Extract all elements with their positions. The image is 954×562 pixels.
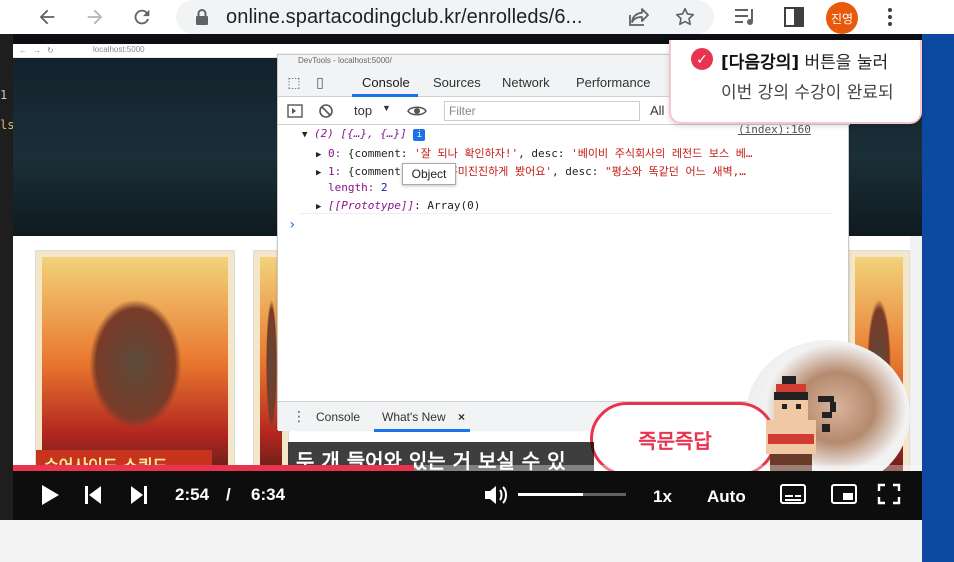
tab-performance[interactable]: Performance [576, 75, 650, 90]
profile-avatar[interactable]: 진영 [826, 2, 858, 34]
share-icon[interactable] [628, 7, 650, 27]
drawer-tab-console[interactable]: Console [316, 410, 360, 424]
length-value: 2 [380, 181, 388, 194]
reload-button[interactable] [129, 4, 155, 30]
picture-in-picture-icon[interactable] [830, 483, 858, 505]
time-separator: / [226, 485, 231, 504]
volume-fill [518, 493, 583, 496]
clear-console-icon[interactable] [318, 103, 334, 119]
star-bookmark-icon[interactable] [674, 6, 696, 28]
recorded-url: localhost:5000 [93, 45, 145, 54]
page-bottom-area [0, 520, 922, 562]
arrow-right-icon [87, 9, 103, 25]
toast-line-1: [다음강의] 버튼을 눌러 [721, 48, 888, 73]
desc-key: , desc: [551, 165, 599, 178]
comment-value: '잘 되나 확인하자!' [414, 147, 519, 160]
context-selector[interactable]: top [354, 103, 372, 118]
instant-qa-label: 즉문즉답 [638, 428, 712, 453]
tab-console[interactable]: Console [362, 75, 410, 90]
console-divider [300, 213, 832, 214]
fullscreen-icon[interactable] [877, 483, 901, 505]
comment-key: {comment: [347, 165, 408, 178]
toast-highlight: [다음강의] [721, 53, 800, 73]
recorded-nav-icons: ←→↻ [19, 46, 60, 55]
array-item-1[interactable]: ▶ 1: {comment: '정말 흥미진진하게 봤어요', desc: "평… [316, 163, 746, 179]
duration: 6:34 [251, 485, 286, 504]
desktop-background [922, 34, 954, 562]
current-time: 2:54 [175, 485, 210, 504]
desc-value: "평소와 똑같던 어느 새벽,… [604, 165, 746, 178]
url-text: online.spartacodingclub.kr/enrolleds/6..… [226, 6, 583, 28]
lock-icon [196, 9, 208, 25]
dropdown-caret-icon: ▼ [382, 103, 391, 113]
console-filter-input[interactable]: Filter [444, 101, 640, 121]
array-summary[interactable]: ▼ (2) [{…}, {…}] i [302, 127, 426, 141]
array-summary-text: (2) [{…}, {…}] [314, 127, 407, 140]
playback-speed[interactable]: 1x [653, 487, 672, 507]
device-toggle-icon[interactable]: ▯ [312, 74, 328, 90]
sidebar-toggle-icon[interactable] [287, 103, 303, 119]
array-prototype[interactable]: ▶ [[Prototype]]: Array(0) [316, 199, 480, 212]
side-panel-icon[interactable] [783, 6, 805, 28]
back-button[interactable] [34, 4, 60, 30]
tab-sources[interactable]: Sources [433, 75, 481, 90]
expand-right-icon: ▶ [316, 150, 322, 160]
hover-tooltip: Object [402, 163, 456, 185]
gutter-line-number: 1 [0, 88, 8, 102]
reload-icon [134, 9, 150, 25]
array-item-0[interactable]: ▶ 0: {comment: '잘 되나 확인하자!', desc: '베이비 … [316, 145, 753, 161]
check-circle-icon: ✓ [691, 48, 713, 70]
log-levels-dropdown[interactable]: All [650, 103, 664, 118]
arrow-left-icon [39, 9, 55, 25]
inspect-element-icon[interactable]: ⬚ [286, 74, 302, 90]
more-vertical-icon[interactable] [880, 6, 900, 28]
forward-button[interactable] [82, 4, 108, 30]
desc-value: '베이비 주식회사의 레전드 보스 베… [571, 147, 753, 160]
volume-slider[interactable] [518, 493, 626, 496]
expand-right-icon: ▶ [316, 168, 322, 178]
source-link[interactable]: (index):160 [738, 123, 811, 136]
length-key: length: [328, 181, 375, 194]
previous-icon[interactable] [83, 483, 103, 507]
quality-selector[interactable]: Auto [707, 487, 746, 507]
prototype-value: : Array(0) [414, 199, 481, 212]
item-index: 1: [328, 165, 342, 178]
editor-gutter: 1 ls [0, 34, 14, 520]
browser-toolbar: online.spartacodingclub.kr/enrolleds/6..… [0, 0, 954, 34]
drawer-tab-whats-new[interactable]: What's New [382, 410, 446, 424]
console-output: (index):160 ▼ (2) [{…}, {…}] i ▶ 0: {com… [278, 123, 850, 401]
array-length: length: 2 [328, 181, 388, 194]
console-prompt[interactable]: › [288, 217, 296, 233]
eye-icon[interactable] [407, 104, 427, 118]
pixel-mascot-icon [766, 376, 836, 474]
expand-down-icon: ▼ [302, 130, 308, 140]
expand-right-icon: ▶ [316, 202, 322, 212]
comment-key: {comment: [347, 147, 408, 160]
next-icon[interactable] [129, 483, 149, 507]
media-playlist-icon[interactable] [733, 6, 757, 28]
close-icon[interactable]: × [458, 410, 465, 424]
player-controls: 2:54 / 6:34 1x Auto [13, 471, 922, 520]
drawer-active-indicator [374, 429, 470, 432]
prototype-key: [[Prototype]] [328, 199, 415, 212]
play-icon[interactable] [39, 483, 61, 507]
volume-icon[interactable] [483, 483, 509, 507]
lesson-complete-toast: ✓ [다음강의] 버튼을 눌러 이번 강의 수강이 완료되 [669, 40, 922, 124]
filter-placeholder: Filter [449, 104, 476, 118]
item-index: 0: [328, 147, 342, 160]
more-options-icon[interactable]: ⋮ [292, 408, 306, 425]
tab-network[interactable]: Network [502, 75, 550, 90]
address-bar[interactable]: online.spartacodingclub.kr/enrolleds/6..… [176, 0, 714, 34]
toast-line-1-text: 버튼을 눌러 [799, 53, 889, 73]
captions-icon[interactable] [779, 483, 807, 505]
toast-line-2: 이번 강의 수강이 완료되 [721, 83, 894, 103]
desc-key: , desc: [518, 147, 565, 160]
info-icon: i [413, 129, 426, 141]
